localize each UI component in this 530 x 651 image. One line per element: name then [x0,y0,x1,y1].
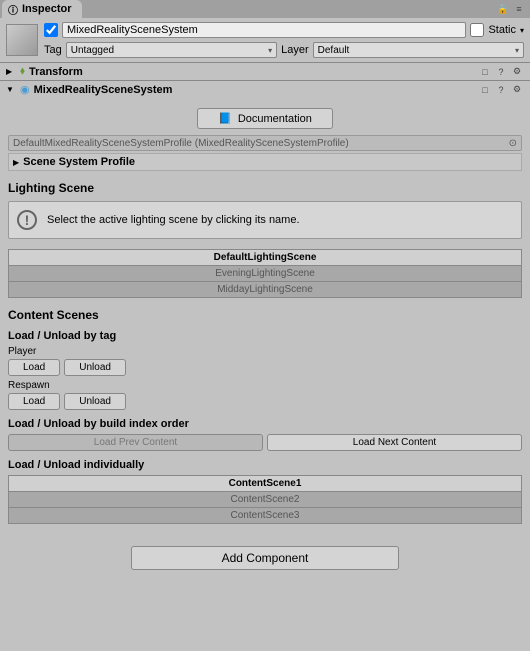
panel-options: 🔒 ≡ [496,2,530,16]
unload-button[interactable]: Unload [64,359,126,376]
lighting-section-title: Lighting Scene [8,181,522,195]
lighting-info-text: Select the active lighting scene by clic… [47,214,300,226]
transform-header[interactable]: ▶ ⬧ Transform □ ? ⚙ [0,62,530,80]
static-checkbox[interactable] [470,23,484,37]
lighting-scene-row[interactable]: MiddayLightingScene [8,281,522,298]
component-icon: ◉ [20,83,30,96]
profile-object-field[interactable]: DefaultMixedRealitySceneSystemProfile (M… [8,135,522,151]
component-title: MixedRealitySceneSystem [34,84,474,96]
reset-icon[interactable]: □ [478,65,492,79]
byindex-label: Load / Unload by build index order [8,418,522,430]
tab-title: Inspector [22,3,72,15]
menu-icon[interactable]: ≡ [512,2,526,16]
unload-button[interactable]: Unload [64,393,126,410]
bytag-label: Load / Unload by tag [8,330,522,342]
component-header[interactable]: ▼ ◉ MixedRealitySceneSystem □ ? ⚙ [0,80,530,98]
doc-label: Documentation [238,113,312,125]
individually-label: Load / Unload individually [8,459,522,471]
gear-icon[interactable]: ⚙ [510,65,524,79]
lighting-scene-row[interactable]: DefaultLightingScene [8,249,522,265]
gameobject-header: Static ▾ Tag Untagged Layer Default [0,18,530,62]
gameobject-name-input[interactable] [62,22,466,38]
load-prev-button[interactable]: Load Prev Content [8,434,263,451]
lighting-scene-row[interactable]: EveningLightingScene [8,265,522,281]
tag-label: Tag [44,44,62,56]
help-icon[interactable]: ? [494,83,508,97]
load-button[interactable]: Load [8,393,60,410]
load-button[interactable]: Load [8,359,60,376]
documentation-button[interactable]: 📘 Documentation [197,108,333,129]
static-label: Static [488,24,516,36]
tag-dropdown[interactable]: Untagged [66,42,277,58]
component-body: 📘 Documentation DefaultMixedRealityScene… [0,98,530,532]
transform-title: Transform [29,66,474,78]
tag-name: Respawn [8,380,522,391]
content-section-title: Content Scenes [8,308,522,322]
tag-name: Player [8,346,522,357]
profile-subheader-title: Scene System Profile [23,156,135,168]
gameobject-icon[interactable] [6,24,38,56]
content-scene-list: ContentScene1 ContentScene2 ContentScene… [8,475,522,524]
fold-icon: ▼ [6,85,16,94]
reset-icon[interactable]: □ [478,83,492,97]
transform-icon: ⬧ [20,65,25,78]
inspector-tab[interactable]: ⓘ Inspector [2,0,82,18]
layer-dropdown[interactable]: Default [313,42,524,58]
content-scene-row[interactable]: ContentScene1 [8,475,522,491]
info-icon: ⓘ [8,2,18,17]
lighting-info-box: ! Select the active lighting scene by cl… [8,201,522,239]
lock-icon[interactable]: 🔒 [496,2,510,16]
lighting-scene-list: DefaultLightingScene EveningLightingScen… [8,249,522,298]
doc-icon: 📘 [218,112,232,125]
profile-subheader[interactable]: ▶ Scene System Profile [8,153,522,171]
load-next-button[interactable]: Load Next Content [267,434,522,451]
static-dropdown-arrow[interactable]: ▾ [520,26,524,35]
help-icon[interactable]: ? [494,65,508,79]
add-component-button[interactable]: Add Component [131,546,400,570]
layer-label: Layer [281,44,309,56]
tab-bar: ⓘ Inspector 🔒 ≡ [0,0,530,18]
content-scene-row[interactable]: ContentScene3 [8,507,522,524]
gear-icon[interactable]: ⚙ [510,83,524,97]
fold-icon: ▶ [6,67,16,76]
fold-icon: ▶ [13,158,19,167]
info-icon: ! [17,210,37,230]
active-checkbox[interactable] [44,23,58,37]
content-scene-row[interactable]: ContentScene2 [8,491,522,507]
